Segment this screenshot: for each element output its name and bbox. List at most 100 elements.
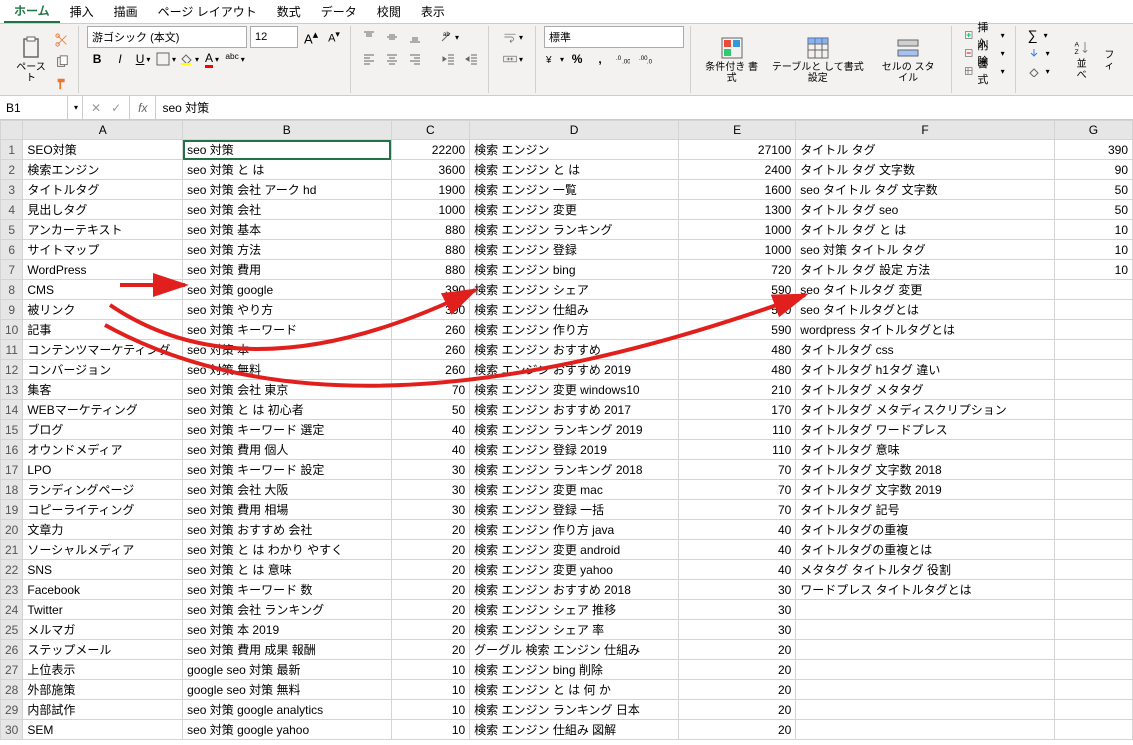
- sort-filter-button[interactable]: AZ 並べ: [1068, 26, 1096, 93]
- cell-C11[interactable]: 260: [391, 340, 470, 360]
- row-header-9[interactable]: 9: [1, 300, 23, 320]
- cell-G5[interactable]: 10: [1054, 220, 1132, 240]
- cell-E11[interactable]: 480: [679, 340, 796, 360]
- cell-D17[interactable]: 検索 エンジン ランキング 2018: [470, 460, 679, 480]
- cell-G9[interactable]: [1054, 300, 1132, 320]
- cell-E25[interactable]: 30: [679, 620, 796, 640]
- cell-D27[interactable]: 検索 エンジン bing 削除: [470, 660, 679, 680]
- row-header-13[interactable]: 13: [1, 380, 23, 400]
- formula-input[interactable]: [156, 96, 1133, 119]
- menu-draw[interactable]: 描画: [104, 1, 148, 22]
- cut-button[interactable]: [52, 30, 72, 50]
- cell-D13[interactable]: 検索 エンジン 変更 windows10: [470, 380, 679, 400]
- cell-B15[interactable]: seo 対策 キーワード 選定: [183, 420, 391, 440]
- menu-review[interactable]: 校閲: [367, 1, 411, 22]
- row-header-22[interactable]: 22: [1, 560, 23, 580]
- col-header-B[interactable]: B: [183, 121, 391, 140]
- cell-C24[interactable]: 20: [391, 600, 470, 620]
- col-header-F[interactable]: F: [796, 121, 1054, 140]
- cell-D6[interactable]: 検索 エンジン 登録: [470, 240, 679, 260]
- cell-A27[interactable]: 上位表示: [23, 660, 183, 680]
- cell-C13[interactable]: 70: [391, 380, 470, 400]
- cell-C16[interactable]: 40: [391, 440, 470, 460]
- menu-page-layout[interactable]: ページ レイアウト: [148, 1, 267, 22]
- row-header-1[interactable]: 1: [1, 140, 23, 160]
- cell-B24[interactable]: seo 対策 会社 ランキング: [183, 600, 391, 620]
- cell-G22[interactable]: [1054, 560, 1132, 580]
- row-header-8[interactable]: 8: [1, 280, 23, 300]
- cell-F24[interactable]: [796, 600, 1054, 620]
- cell-D10[interactable]: 検索 エンジン 作り方: [470, 320, 679, 340]
- cell-F11[interactable]: タイトルタグ css: [796, 340, 1054, 360]
- cell-C1[interactable]: 22200: [391, 140, 470, 160]
- cell-B28[interactable]: google seo 対策 無料: [183, 680, 391, 700]
- cell-F7[interactable]: タイトル タグ 設定 方法: [796, 260, 1054, 280]
- cell-G24[interactable]: [1054, 600, 1132, 620]
- cell-G29[interactable]: [1054, 700, 1132, 720]
- row-header-29[interactable]: 29: [1, 700, 23, 720]
- row-header-6[interactable]: 6: [1, 240, 23, 260]
- cell-G13[interactable]: [1054, 380, 1132, 400]
- row-header-27[interactable]: 27: [1, 660, 23, 680]
- cell-B25[interactable]: seo 対策 本 2019: [183, 620, 391, 640]
- cell-F29[interactable]: [796, 700, 1054, 720]
- cell-E4[interactable]: 1300: [679, 200, 796, 220]
- cell-B1[interactable]: seo 対策: [183, 140, 391, 160]
- cell-B2[interactable]: seo 対策 と は: [183, 160, 391, 180]
- cell-G11[interactable]: [1054, 340, 1132, 360]
- cell-G19[interactable]: [1054, 500, 1132, 520]
- cell-E23[interactable]: 30: [679, 580, 796, 600]
- cell-E2[interactable]: 2400: [679, 160, 796, 180]
- cell-F4[interactable]: タイトル タグ seo: [796, 200, 1054, 220]
- row-header-15[interactable]: 15: [1, 420, 23, 440]
- cell-G26[interactable]: [1054, 640, 1132, 660]
- cell-F13[interactable]: タイトルタグ メタタグ: [796, 380, 1054, 400]
- cell-A8[interactable]: CMS: [23, 280, 183, 300]
- cell-G7[interactable]: 10: [1054, 260, 1132, 280]
- cell-F3[interactable]: seo タイトル タグ 文字数: [796, 180, 1054, 200]
- clear-button[interactable]: ▾: [1024, 62, 1054, 80]
- fx-button[interactable]: fx: [130, 96, 156, 119]
- row-header-17[interactable]: 17: [1, 460, 23, 480]
- col-header-D[interactable]: D: [470, 121, 679, 140]
- increase-indent-button[interactable]: [462, 49, 482, 69]
- cell-B8[interactable]: seo 対策 google: [183, 280, 391, 300]
- cell-D19[interactable]: 検索 エンジン 登録 一括: [470, 500, 679, 520]
- cell-G28[interactable]: [1054, 680, 1132, 700]
- row-header-28[interactable]: 28: [1, 680, 23, 700]
- cell-E13[interactable]: 210: [679, 380, 796, 400]
- cell-D23[interactable]: 検索 エンジン おすすめ 2018: [470, 580, 679, 600]
- cell-F20[interactable]: タイトルタグの重複: [796, 520, 1054, 540]
- comma-button[interactable]: ,: [590, 49, 610, 69]
- cell-G14[interactable]: [1054, 400, 1132, 420]
- cell-F5[interactable]: タイトル タグ と は: [796, 220, 1054, 240]
- cell-B4[interactable]: seo 対策 会社: [183, 200, 391, 220]
- decrease-decimal-button[interactable]: .00.0: [636, 49, 656, 69]
- cell-A1[interactable]: SEO対策: [23, 140, 183, 160]
- cell-A4[interactable]: 見出しタグ: [23, 200, 183, 220]
- cell-B29[interactable]: seo 対策 google analytics: [183, 700, 391, 720]
- cell-B7[interactable]: seo 対策 費用: [183, 260, 391, 280]
- cell-E15[interactable]: 110: [679, 420, 796, 440]
- cell-F22[interactable]: メタタグ タイトルタグ 役割: [796, 560, 1054, 580]
- cancel-icon[interactable]: ✕: [87, 101, 105, 115]
- borders-button[interactable]: ▾: [156, 49, 176, 69]
- cell-A5[interactable]: アンカーテキスト: [23, 220, 183, 240]
- cell-D11[interactable]: 検索 エンジン おすすめ: [470, 340, 679, 360]
- cell-A15[interactable]: ブログ: [23, 420, 183, 440]
- col-header-E[interactable]: E: [679, 121, 796, 140]
- cell-B23[interactable]: seo 対策 キーワード 数: [183, 580, 391, 600]
- cell-C30[interactable]: 10: [391, 720, 470, 740]
- cell-G23[interactable]: [1054, 580, 1132, 600]
- fill-color-button[interactable]: ▾: [179, 49, 199, 69]
- cell-C3[interactable]: 1900: [391, 180, 470, 200]
- cell-B30[interactable]: seo 対策 google yahoo: [183, 720, 391, 740]
- cell-D7[interactable]: 検索 エンジン bing: [470, 260, 679, 280]
- cell-D2[interactable]: 検索 エンジン と は: [470, 160, 679, 180]
- row-header-11[interactable]: 11: [1, 340, 23, 360]
- fill-button[interactable]: ▾: [1024, 44, 1054, 62]
- orientation-button[interactable]: ab▾: [439, 27, 459, 47]
- format-cells-button[interactable]: 書式▾: [960, 62, 1009, 80]
- cell-D22[interactable]: 検索 エンジン 変更 yahoo: [470, 560, 679, 580]
- number-format-select[interactable]: [544, 26, 684, 48]
